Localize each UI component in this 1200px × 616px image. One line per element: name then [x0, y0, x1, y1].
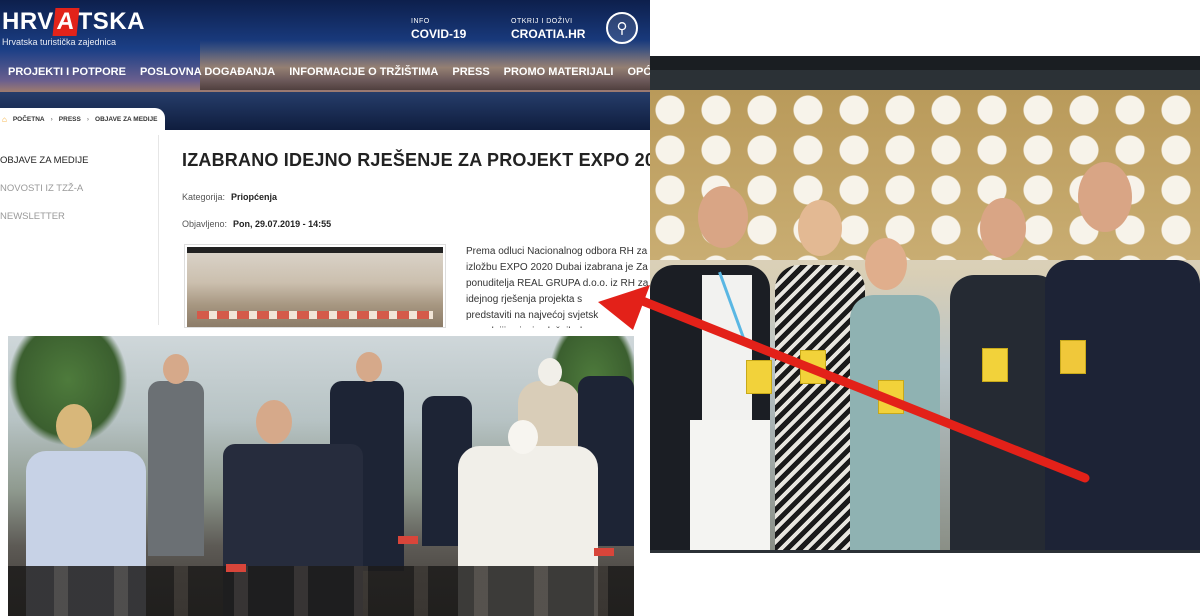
ceremony-photo [8, 336, 634, 616]
article-body: Prema odluci Nacionalnog odbora RH za iz… [466, 246, 649, 328]
category-value[interactable]: Priopćenja [231, 192, 277, 202]
article-title: IZABRANO IDEJNO RJEŠENJE ZA PROJEKT EXPO… [182, 150, 650, 170]
city-skyline [200, 40, 650, 90]
man-navy-suit [1045, 260, 1200, 550]
article-image[interactable] [184, 244, 446, 328]
expo-badge [1060, 340, 1086, 374]
chevron-right-icon: › [50, 115, 53, 123]
covid-info-big: COVID-19 [411, 27, 467, 41]
face [1078, 162, 1132, 232]
white-margin [650, 553, 1200, 616]
face [698, 186, 748, 248]
nav-item-opce[interactable]: OPĆE INFORMACI [627, 66, 650, 78]
face [798, 200, 842, 256]
nav-item-poslovna[interactable]: POSLOVNA DOGAĐANJA [140, 66, 275, 78]
nav-item-promo[interactable]: PROMO MATERIJALI [504, 66, 614, 78]
breadcrumb-press[interactable]: PRESS [59, 116, 81, 123]
breadcrumb: ⌂ POČETNA › PRESS › OBJAVE ZA MEDIJE [0, 108, 165, 130]
name-tag [226, 564, 246, 572]
divider [158, 135, 159, 325]
croatia-link-small: OTKRIJ I DOŽIVI [511, 18, 573, 25]
article-category: Kategorija: Priopćenja [182, 192, 277, 202]
white-trousers [690, 420, 770, 550]
nav-item-projekti[interactable]: PROJEKTI I POTPORE [8, 66, 126, 78]
head [256, 400, 292, 444]
category-label: Kategorija: [182, 192, 226, 202]
man-dark-suit [950, 275, 1060, 550]
chevron-right-icon: › [86, 115, 90, 123]
home-icon[interactable]: ⌂ [2, 115, 7, 124]
head [163, 354, 189, 384]
logo-subtitle: Hrvatska turistička zajednica [2, 37, 117, 47]
head [56, 404, 92, 448]
head [508, 420, 538, 454]
group-photo [650, 90, 1200, 550]
croatia-link[interactable]: OTKRIJ I DOŽIVI CROATIA.HR [511, 18, 585, 41]
article-date: Objavljeno: Pon, 29.07.2019 - 14:55 [182, 219, 331, 229]
covid-info-small: INFO [411, 18, 430, 25]
site-logo[interactable]: HRVATSKA [2, 8, 145, 36]
main-nav: PROJEKTI I POTPORE POSLOVNA DOGAĐANJA IN… [8, 66, 650, 78]
frame-topbar [650, 56, 1200, 70]
nav-item-informacije[interactable]: INFORMACIJE O TRŽIŠTIMA [289, 66, 438, 78]
covid-info-link[interactable]: INFO COVID-19 [411, 18, 466, 41]
published-value: Pon, 29.07.2019 - 14:55 [233, 219, 332, 229]
person-standing [148, 381, 204, 556]
sidebar-menu: OBJAVE ZA MEDIJE NOVOSTI IZ TZŽ-A NEWSLE… [0, 155, 150, 239]
pavilion-interior [187, 253, 443, 327]
breadcrumb-current: OBJAVE ZA MEDIJE [95, 115, 158, 123]
chairs [8, 566, 634, 616]
name-tag [398, 536, 418, 544]
head [356, 352, 382, 382]
face [980, 198, 1026, 258]
head [538, 358, 562, 386]
breadcrumb-home[interactable]: POČETNA [13, 116, 45, 123]
expo-badge [982, 348, 1008, 382]
published-label: Objavljeno: [182, 219, 228, 229]
expo-badge [746, 360, 772, 394]
face [865, 238, 907, 290]
name-tag [594, 548, 614, 556]
nav-item-press[interactable]: PRESS [452, 66, 489, 78]
sidebar-item-newsletter[interactable]: NEWSLETTER [0, 211, 150, 222]
expo-badge [878, 380, 904, 414]
website-screenshot: HRVATSKA Hrvatska turistička zajednica I… [0, 0, 650, 328]
expo-badge [800, 350, 826, 384]
woman-tweed-jacket [850, 295, 940, 550]
sidebar-item-objave[interactable]: OBJAVE ZA MEDIJE [0, 155, 150, 166]
search-icon[interactable]: ⚲ [606, 12, 638, 44]
sidebar-item-novosti[interactable]: NOVOSTI IZ TZŽ-A [0, 183, 150, 194]
croatia-link-big: CROATIA.HR [511, 27, 586, 41]
